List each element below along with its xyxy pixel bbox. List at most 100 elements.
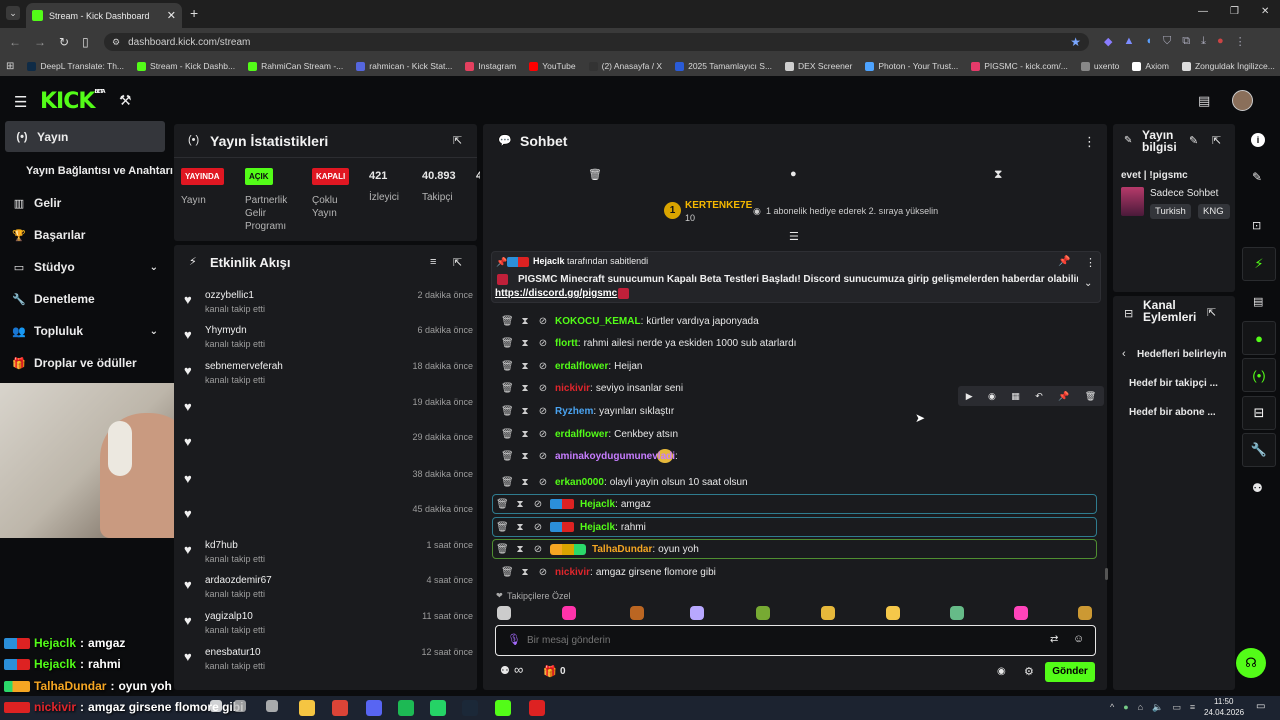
close-window-icon[interactable]: ✕: [1261, 6, 1269, 17]
emote-icon[interactable]: [562, 606, 576, 620]
sidebar-item-3[interactable]: 🏆 Başarılar: [12, 225, 172, 245]
tray-icon-1[interactable]: ●: [1123, 702, 1128, 713]
bookmark-item[interactable]: DEX Screener: [785, 61, 852, 71]
sidebar-item-6[interactable]: 👥 Topluluk ⌄: [12, 321, 172, 341]
search-icon[interactable]: [210, 700, 222, 712]
chat-message[interactable]: 🗑 ⧗ ⊘ nickivir: amgaz girsene flomore gibi: [498, 562, 1098, 582]
action-follower-goal[interactable]: Hedef bir takipçi ...: [1129, 378, 1218, 389]
browser-menu-icon[interactable]: ⋮: [1235, 35, 1246, 48]
delete-icon[interactable]: 🗑: [496, 522, 509, 533]
filter-icon[interactable]: ≡: [430, 256, 436, 268]
ban-icon[interactable]: ⊘: [532, 499, 544, 510]
activity-item[interactable]: ♥ 19 dakika önce: [183, 397, 473, 427]
shield-icon[interactable]: ⛉: [1163, 35, 1171, 48]
rail-bolt-button[interactable]: ⚡: [1242, 247, 1276, 281]
chat-message[interactable]: 🗑 ⧗ ⊘ erkan0000: olayli yayin olsun 10 saat …: [498, 472, 1098, 492]
chat-username[interactable]: flortt: [555, 338, 578, 349]
delete-icon[interactable]: 🗑: [501, 451, 514, 462]
emote-icon[interactable]: [1078, 606, 1092, 620]
ban-icon[interactable]: ⊘: [532, 522, 544, 533]
tray-chevron-icon[interactable]: ^: [1110, 702, 1114, 713]
back-chevron-icon[interactable]: ‹: [1122, 348, 1126, 360]
emoji-picker-icon[interactable]: ☺: [1073, 633, 1084, 645]
ban-icon[interactable]: ⊘: [537, 361, 549, 372]
delete-icon[interactable]: 🗑: [501, 567, 514, 578]
chat-username[interactable]: aminakoydugumunevladi: [555, 451, 675, 462]
timeout-icon[interactable]: ⧗: [519, 567, 531, 578]
bookmark-star-icon[interactable]: ★: [1070, 35, 1081, 49]
timeout-icon[interactable]: ⧗: [519, 338, 531, 349]
chat-username[interactable]: Ryzhem: [555, 406, 593, 417]
top-gifter-name[interactable]: KERTENKE7E: [685, 200, 752, 211]
bookmark-item[interactable]: RahmiCan Stream -...: [248, 61, 343, 71]
emote-icon[interactable]: [690, 606, 704, 620]
task-view-icon[interactable]: [234, 700, 246, 712]
emote-icon[interactable]: [630, 606, 644, 620]
pinned-link[interactable]: https://discord.gg/pigsmc: [495, 288, 617, 299]
activity-item[interactable]: ♥ enesbatur10 kanalı takip etti 12 saat önc…: [183, 647, 473, 677]
delete-icon[interactable]: 🗑: [496, 499, 509, 510]
chrome-icon[interactable]: [332, 700, 348, 716]
chat-scrollbar[interactable]: [1105, 568, 1108, 580]
bookmark-item[interactable]: Stream - Kick Dashb...: [137, 61, 235, 71]
discord-icon[interactable]: [366, 700, 382, 716]
ban-icon[interactable]: ⊘: [537, 567, 549, 578]
category-name[interactable]: Sadece Sohbet: [1150, 188, 1218, 199]
activity-item[interactable]: ♥ 38 dakika önce: [183, 469, 473, 499]
stream-tag-1[interactable]: KNG: [1198, 204, 1230, 219]
chat-message[interactable]: 🗑 ⧗ ⊘ KOKOCU_KEMAL: kürtler vardıya japonyad…: [498, 311, 1098, 331]
timeout-icon[interactable]: ⧗: [519, 477, 531, 488]
bookmark-item[interactable]: uxento: [1080, 61, 1119, 71]
chat-slowmode-icon[interactable]: ⧗: [994, 167, 1002, 182]
delete-icon[interactable]: 🗑: [501, 477, 514, 488]
timeout-icon[interactable]: ⧗: [519, 429, 531, 440]
chat-emotes-icon[interactable]: ◉: [997, 666, 1006, 677]
back-icon[interactable]: ←: [9, 35, 21, 49]
rail-doc-icon[interactable]: ▤: [1253, 295, 1263, 308]
timeout-icon[interactable]: ⧗: [514, 499, 526, 510]
bookmark-item[interactable]: 2025 Tamamlayıcı S...: [675, 61, 772, 71]
chat-message-icon[interactable]: ●: [790, 168, 797, 180]
rail-community-icon[interactable]: ⚉: [1252, 481, 1263, 495]
ext-icon-3[interactable]: ◖: [1145, 35, 1152, 48]
file-explorer-icon[interactable]: [299, 700, 315, 716]
extensions-icon[interactable]: ⧉: [1182, 35, 1190, 48]
chevron-down-icon[interactable]: ⌄: [150, 262, 158, 273]
hammer-icon[interactable]: ⚒: [119, 92, 132, 109]
timeout-icon[interactable]: ⧗: [519, 383, 531, 394]
activity-item[interactable]: ♥ 29 dakika önce: [183, 432, 473, 462]
ban-icon[interactable]: ⊘: [537, 451, 549, 462]
timeout-icon[interactable]: ⧗: [514, 544, 526, 555]
action-sub-goal[interactable]: Hedef bir abone ...: [1129, 407, 1216, 418]
chat-username[interactable]: Hejaclk: [580, 499, 615, 510]
bookmark-item[interactable]: YouTube: [529, 61, 576, 71]
channel-actions-popout-icon[interactable]: ⇱: [1207, 306, 1216, 319]
delete-icon[interactable]: 🗑: [501, 338, 514, 349]
rail-actions-button[interactable]: ⊟: [1242, 396, 1276, 430]
emote-icon[interactable]: [950, 606, 964, 620]
pinned-menu-icon[interactable]: ⋮: [1085, 256, 1096, 269]
notifications-icon[interactable]: ▭: [1256, 701, 1265, 712]
sidebar-item-0[interactable]: (•) Yayın: [15, 127, 175, 147]
edit-stream-info-icon[interactable]: ✎: [1189, 134, 1198, 147]
timeout-icon[interactable]: ⧗: [514, 522, 526, 533]
activity-item[interactable]: ♥ Yhymydn kanalı takip etti 6 dakika önce: [183, 325, 473, 355]
chevron-down-icon[interactable]: ⌄: [150, 326, 158, 337]
chat-username[interactable]: erdalflower: [555, 429, 608, 440]
activity-item[interactable]: ♥ sebnemerveferah kanalı takip etti 18 daki…: [183, 361, 473, 391]
ban-icon[interactable]: ⊘: [537, 477, 549, 488]
timeout-icon[interactable]: ⧗: [519, 451, 531, 462]
translate-icon[interactable]: ⇄: [1050, 634, 1058, 645]
battery-icon[interactable]: ▭: [1172, 702, 1181, 713]
emote-icon[interactable]: [497, 606, 511, 620]
delete-icon[interactable]: 🗑: [496, 544, 509, 555]
rail-broadcast-button[interactable]: (•): [1242, 358, 1276, 392]
chat-username[interactable]: erkan0000: [555, 477, 604, 488]
reload-icon[interactable]: ↻: [59, 35, 69, 49]
sidebar-item-5[interactable]: 🔧 Denetleme: [12, 289, 172, 309]
chat-settings-icon[interactable]: ⚙: [1024, 665, 1034, 678]
emote-icon[interactable]: [821, 606, 835, 620]
chat-username[interactable]: nickivir: [555, 567, 590, 578]
pinned-expand-icon[interactable]: ⌄: [1084, 278, 1092, 289]
chat-message[interactable]: 🗑 ⧗ ⊘ Hejaclk: rahmi: [492, 517, 1097, 537]
